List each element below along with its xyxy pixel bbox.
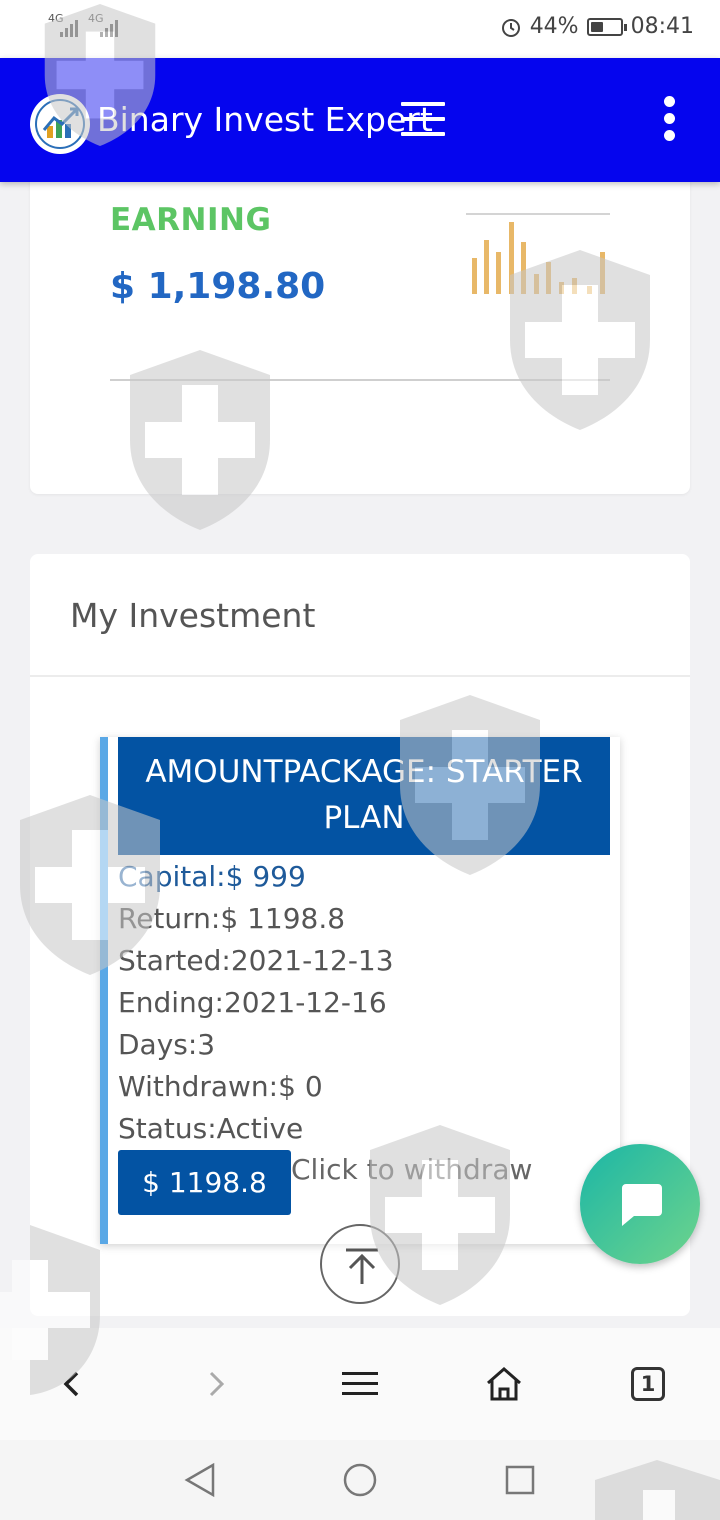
investment-title: My Investment	[70, 596, 316, 635]
package-return: Return:$ 1198.8	[118, 902, 346, 935]
forward-icon	[209, 1371, 225, 1397]
browser-back-button[interactable]	[42, 1356, 102, 1412]
nav-recents-icon[interactable]	[504, 1464, 536, 1496]
status-right: 44% 08:41	[500, 14, 694, 39]
hamburger-menu-icon[interactable]	[401, 102, 445, 138]
package-capital: Capital:$ 999	[118, 860, 306, 893]
earning-label: EARNING	[110, 202, 272, 238]
alarm-icon	[501, 18, 520, 37]
earning-value: $ 1,198.80	[110, 266, 326, 307]
status-bar: 4G 4G 44% 08:41	[0, 0, 720, 58]
app-title[interactable]: Binary Invest Expert	[97, 100, 433, 139]
chart-sparkline-icon	[466, 213, 610, 294]
signal-icon	[60, 20, 78, 37]
more-vert-icon[interactable]	[659, 96, 679, 144]
browser-tabs-button[interactable]: 1	[618, 1356, 678, 1412]
chat-icon	[622, 1184, 662, 1226]
back-icon	[63, 1371, 79, 1397]
tabs-icon: 1	[631, 1367, 665, 1401]
battery-icon	[586, 17, 627, 36]
clock: 08:41	[630, 14, 694, 39]
browser-forward-button[interactable]	[186, 1356, 246, 1412]
browser-home-button[interactable]	[474, 1356, 534, 1412]
earning-card: EARNING $ 1,198.80	[30, 150, 690, 494]
chat-button[interactable]	[580, 1144, 700, 1264]
home-icon	[487, 1367, 521, 1401]
investment-divider	[30, 675, 690, 677]
browser-menu-button[interactable]	[330, 1356, 390, 1412]
withdraw-link[interactable]: Click to withdraw	[291, 1153, 532, 1186]
menu-icon	[342, 1372, 378, 1395]
package-ending: Ending:2021-12-16	[118, 986, 387, 1019]
nav-back-icon[interactable]	[183, 1462, 217, 1498]
system-nav-bar	[0, 1440, 720, 1520]
nav-home-icon[interactable]	[342, 1462, 378, 1498]
package-card: AMOUNTPACKAGE: STARTER PLAN Capital:$ 99…	[100, 737, 620, 1244]
withdraw-button[interactable]: $ 1198.8	[118, 1150, 291, 1215]
earning-divider	[110, 379, 610, 381]
app-bar: Binary Invest Expert	[0, 58, 720, 182]
battery-fill	[590, 21, 603, 32]
scroll-top-button[interactable]	[320, 1224, 400, 1304]
scroll-top-icon	[346, 1248, 378, 1284]
package-heading: AMOUNTPACKAGE: STARTER PLAN	[118, 737, 610, 855]
browser-toolbar: 1	[0, 1328, 720, 1440]
package-status: Status:Active	[118, 1112, 304, 1145]
signal-icon	[100, 20, 118, 37]
package-days: Days:3	[118, 1028, 216, 1061]
package-withdrawn: Withdrawn:$ 0	[118, 1070, 323, 1103]
logo-icon[interactable]	[30, 94, 90, 154]
battery-percent: 44%	[529, 14, 579, 39]
package-started: Started:2021-12-13	[118, 944, 394, 977]
